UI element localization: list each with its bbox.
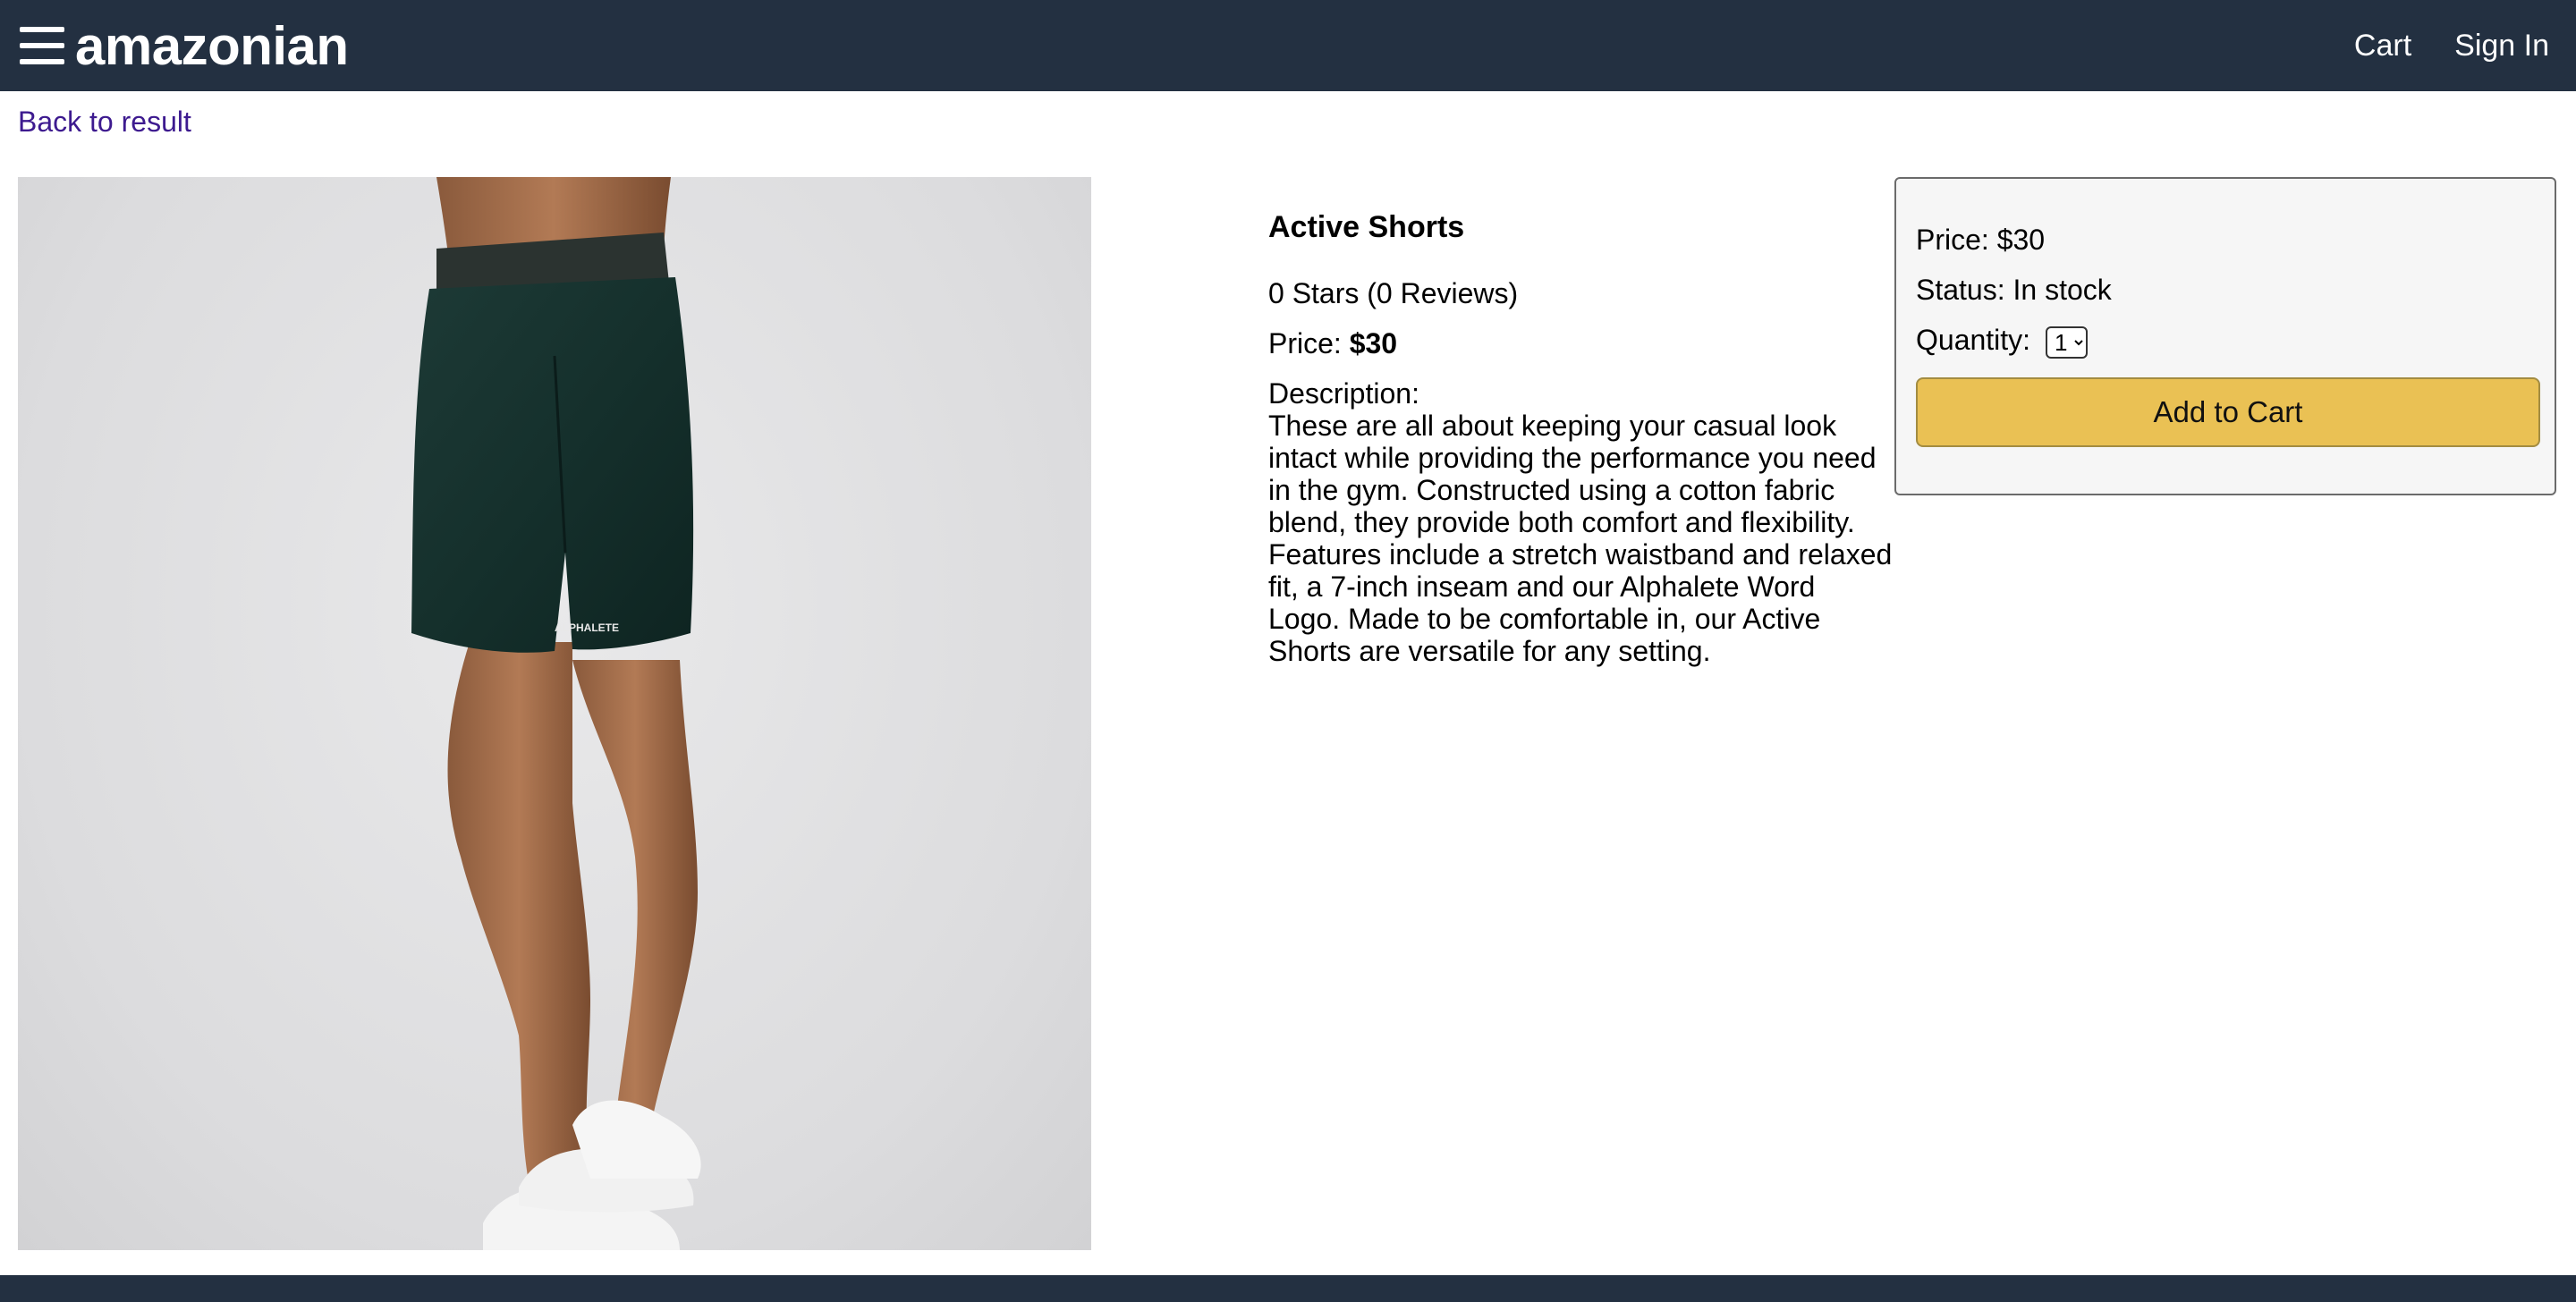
quantity-label: Quantity: [1916,324,2031,356]
site-logo[interactable]: amazonian [75,15,349,77]
product-price: Price: $30 [1268,327,1894,359]
add-to-cart-button[interactable]: Add to Cart [1916,377,2540,447]
header-links: Cart Sign In [2311,29,2549,63]
product-rating: 0 Stars (0 Reviews) [1268,277,1519,309]
sign-in-link[interactable]: Sign In [2454,29,2549,63]
brand: amazonian [20,15,349,77]
hamburger-line [20,59,64,64]
hamburger-line [20,43,64,48]
shorts-logo-text: ALPHALETE [555,621,619,634]
product-photo-illustration: ALPHALETE [411,177,701,1250]
footer-bar [0,1275,2576,1302]
hamburger-menu-icon[interactable] [20,27,64,64]
description-label: Description: [1268,377,1419,410]
product-title: Active Shorts [1268,210,1465,244]
hamburger-line [20,27,64,32]
product-description: These are all about keeping your casual … [1268,410,1893,667]
buy-box: Price: $30 Status: In stock Quantity: 1 … [1894,177,2556,495]
buybox-status: Status: In stock [1916,274,2112,306]
product-image: ALPHALETE [18,177,1091,1250]
product-info: Active Shorts 0 Stars (0 Reviews) Price:… [1268,211,1894,667]
buybox-price: Price: $30 [1916,224,2046,256]
quantity-row: Quantity: 1 [1916,324,2088,359]
price-label: Price: [1268,327,1342,359]
top-navbar: amazonian Cart Sign In [0,0,2576,91]
cart-link[interactable]: Cart [2354,29,2411,63]
quantity-select[interactable]: 1 [2045,326,2088,359]
back-to-result-link[interactable]: Back to result [18,106,191,139]
price-value: $30 [1349,327,1398,359]
